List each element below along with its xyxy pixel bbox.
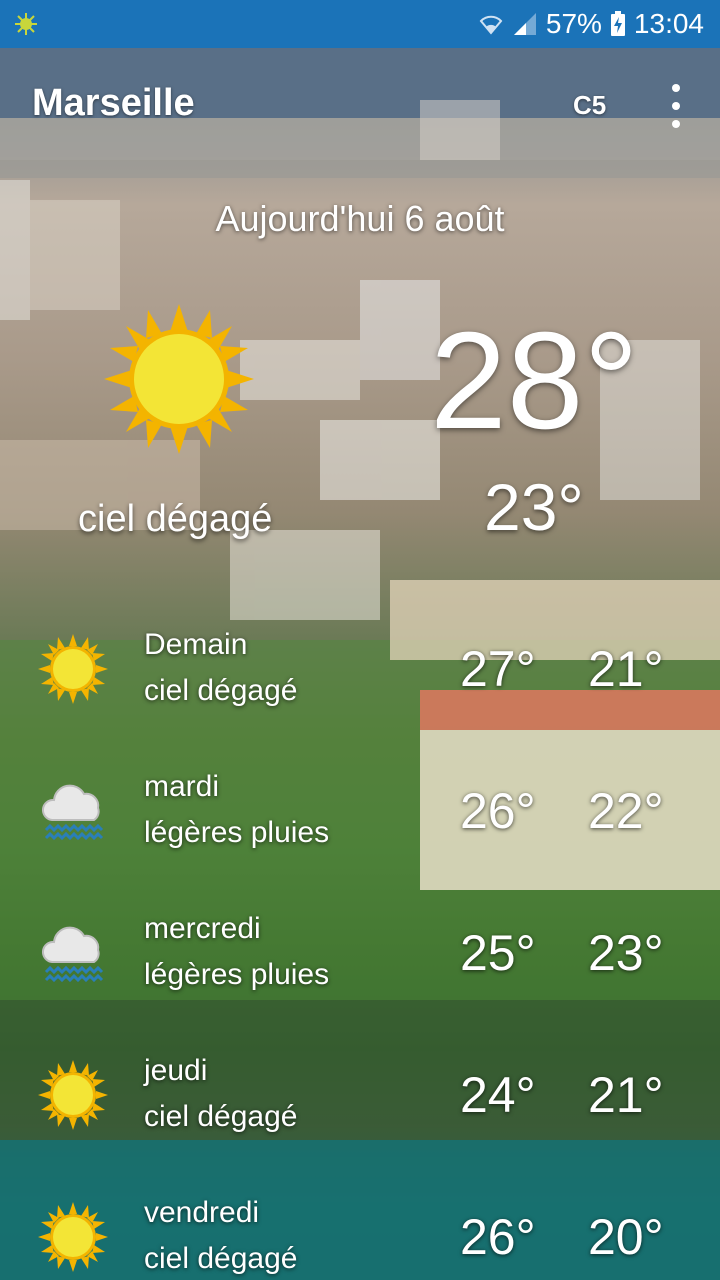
forecast-max-temp: 27°: [460, 641, 536, 697]
sun-icon: [38, 634, 108, 704]
forecast-max-temp: 25°: [460, 925, 536, 981]
forecast-max-temp: 24°: [460, 1067, 536, 1123]
forecast-min-temp: 20°: [588, 1209, 664, 1265]
forecast-description: ciel dégagé: [144, 1100, 298, 1133]
today-description: ciel dégagé: [78, 498, 273, 540]
signal-icon: [513, 13, 536, 35]
city-title[interactable]: Marseille: [32, 82, 195, 125]
forecast-row[interactable]: Demain ciel dégagé 27° 21°: [0, 628, 720, 758]
forecast-day: jeudi: [144, 1054, 208, 1087]
status-right-group: 57% 13:04: [478, 0, 704, 48]
unit-toggle-button[interactable]: C5: [573, 90, 606, 121]
forecast-day: mercredi: [144, 912, 261, 945]
forecast-row[interactable]: jeudi ciel dégagé 24° 21°: [0, 1054, 720, 1184]
forecast-description: légères pluies: [144, 958, 330, 991]
forecast-day: vendredi: [144, 1196, 260, 1229]
wifi-icon: [479, 15, 503, 35]
today-date-label: Aujourd'hui 6 août: [215, 198, 505, 239]
forecast-day: mardi: [144, 770, 220, 803]
forecast-description: légères pluies: [144, 816, 330, 849]
sun-icon: [38, 1060, 108, 1130]
forecast-min-temp: 23°: [588, 925, 664, 981]
forecast-min-temp: 21°: [588, 1067, 664, 1123]
today-min-temperature: 23°: [484, 470, 584, 544]
battery-percent: 57%: [545, 8, 602, 39]
forecast-min-temp: 21°: [588, 641, 664, 697]
sun-icon: [38, 1202, 108, 1272]
weather-sun-icon: [15, 13, 37, 35]
forecast-row[interactable]: mardi légères pluies 26° 22°: [0, 770, 720, 900]
forecast-description: ciel dégagé: [144, 1242, 298, 1275]
rain-cloud-icon: [38, 918, 108, 988]
rain-cloud-icon: [38, 776, 108, 846]
forecast-row[interactable]: vendredi ciel dégagé 26° 20°: [0, 1196, 720, 1280]
forecast-max-temp: 26°: [460, 783, 536, 839]
battery-charging-icon: [610, 11, 625, 36]
more-vert-icon[interactable]: [664, 84, 688, 128]
forecast-max-temp: 26°: [460, 1209, 536, 1265]
forecast-description: ciel dégagé: [144, 674, 298, 707]
current-temperature: 28°: [430, 304, 639, 458]
forecast-day: Demain: [144, 628, 248, 661]
forecast-row[interactable]: mercredi légères pluies 25° 23°: [0, 912, 720, 1042]
forecast-min-temp: 22°: [588, 783, 664, 839]
status-bar: 57% 13:04: [0, 0, 720, 48]
clock: 13:04: [633, 8, 704, 39]
weather-screen: 57% 13:04 Marseille C5 Aujourd'hui 6 aoû…: [0, 0, 720, 1280]
sun-icon: [104, 304, 254, 454]
